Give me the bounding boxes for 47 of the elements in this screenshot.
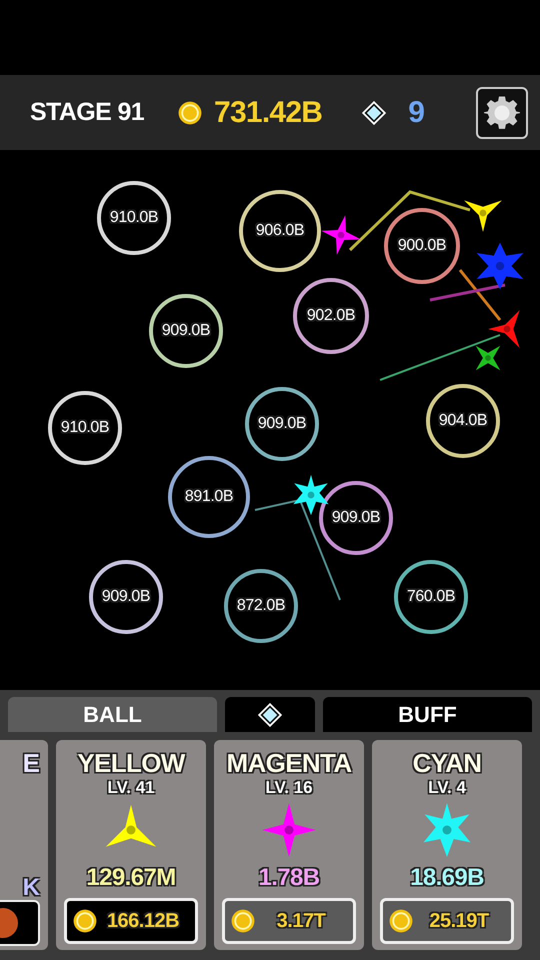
buy-button[interactable]: 3.17T <box>222 898 356 944</box>
ball-card[interactable]: YELLOW LV. 41 129.67M 166.12B <box>56 740 206 950</box>
coin-amount: 731.42B <box>214 95 322 131</box>
gem-icon <box>362 100 386 124</box>
stage-label: STAGE 91 <box>30 96 144 128</box>
ball-value: 909.0B <box>102 587 150 607</box>
damage-value: 1.78B <box>258 866 320 890</box>
coin-icon <box>389 909 413 933</box>
ball-value: 902.0B <box>306 306 356 326</box>
card-name: E <box>22 750 40 776</box>
settings-icon <box>484 94 520 130</box>
ball-value: 909.0B <box>332 508 380 528</box>
buy-button[interactable]: 166.12B <box>64 898 198 944</box>
coin-icon <box>178 100 202 124</box>
buy-button[interactable]: 25.19T <box>380 898 514 944</box>
level-label: LV. 16 <box>265 779 313 796</box>
star-shuriken-icon <box>474 240 526 292</box>
coin-icon <box>231 909 255 933</box>
ball-value: 910.0B <box>110 208 158 228</box>
ball-value: 900.0B <box>398 236 446 256</box>
diamond-icon <box>258 702 282 726</box>
gem-count: 9 <box>408 95 425 131</box>
buy-button[interactable] <box>0 900 40 946</box>
ball-value: 910.0B <box>60 418 110 438</box>
ball-card[interactable]: MAGENTA LV. 16 1.78B 3.17T <box>214 740 364 950</box>
ball-value: 909.0B <box>258 414 306 434</box>
card-name: CYAN <box>412 750 482 776</box>
damage-value: K <box>22 876 40 900</box>
damage-value: 129.67M <box>86 866 176 890</box>
tab[interactable]: BALL <box>8 697 217 732</box>
gem-tab[interactable] <box>225 697 315 732</box>
tab[interactable]: BUFF <box>323 697 532 732</box>
coin-icon <box>73 909 97 933</box>
ball-value: 891.0B <box>184 487 234 507</box>
ball-card[interactable]: CYAN LV. 4 18.69B 25.19T <box>372 740 522 950</box>
level-label: LV. 4 <box>428 779 466 796</box>
damage-value: 18.69B <box>410 866 484 890</box>
card-name: YELLOW <box>77 750 185 776</box>
ball-value: 760.0B <box>406 587 456 607</box>
ball-value: 872.0B <box>236 596 286 616</box>
ball-value: 909.0B <box>162 321 210 341</box>
ball-value: 904.0B <box>438 411 488 431</box>
level-label: LV. 41 <box>107 779 155 796</box>
card-name: MAGENTA <box>226 750 352 776</box>
ball-card[interactable]: E K <box>0 740 48 950</box>
ball-value: 906.0B <box>256 221 304 241</box>
settings-button[interactable] <box>476 86 528 138</box>
